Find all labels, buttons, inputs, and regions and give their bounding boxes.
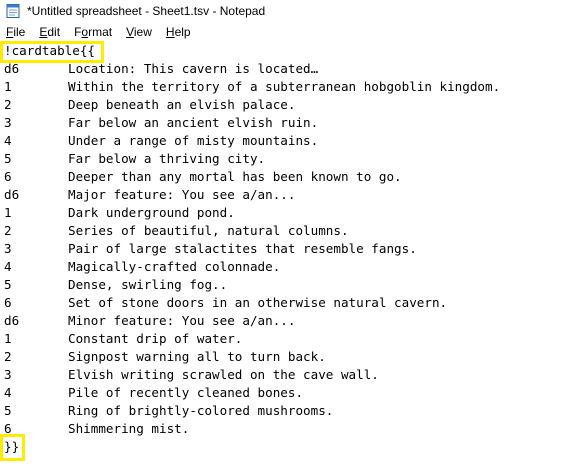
window-title: *Untitled spreadsheet - Sheet1.tsv - Not…: [27, 4, 266, 18]
notepad-window: *Untitled spreadsheet - Sheet1.tsv - Not…: [0, 0, 565, 466]
row-key: 4: [4, 385, 12, 400]
title-bar[interactable]: *Untitled spreadsheet - Sheet1.tsv - Not…: [0, 0, 565, 22]
text-line: 3 Far below an ancient elvish ruin.: [4, 114, 500, 132]
text-line: 5 Ring of brightly-colored mushrooms.: [4, 402, 500, 420]
close-marker: }}: [4, 439, 20, 454]
menu-bar: File Edit Format View Help: [0, 22, 565, 42]
menu-help-label: elp: [174, 25, 191, 39]
text-line: 6 Set of stone doors in an otherwise natu…: [4, 294, 500, 312]
text-line: 5 Far below a thriving city.: [4, 150, 500, 168]
row-key: d6: [4, 313, 20, 328]
text-line: 3 Elvish writing scrawled on the cave wal…: [4, 366, 500, 384]
row-key: 3: [4, 241, 12, 256]
menu-format-label: rmat: [88, 25, 113, 39]
menu-help-accel: H: [165, 25, 175, 39]
open-marker: !cardtable{{: [4, 43, 95, 58]
menu-help[interactable]: Help: [159, 22, 198, 42]
row-text: Deeper than any mortal has been known to…: [68, 169, 402, 184]
row-key: 2: [4, 349, 12, 364]
text-line: 1 Constant drip of water.: [4, 330, 500, 348]
row-text: Under a range of misty mountains.: [68, 133, 319, 148]
row-text: Far below a thriving city.: [68, 151, 266, 166]
row-text: Ring of brightly-colored mushrooms.: [68, 403, 334, 418]
row-key: 3: [4, 115, 12, 130]
row-text: Pile of recently cleaned bones.: [68, 385, 304, 400]
row-key: 2: [4, 223, 12, 238]
row-text: Constant drip of water.: [68, 331, 243, 346]
row-key: 5: [4, 277, 12, 292]
row-key: 1: [4, 205, 12, 220]
row-key: d6: [4, 61, 20, 76]
menu-view-label: iew: [133, 25, 152, 39]
row-key: 4: [4, 133, 12, 148]
row-text: Major feature: You see a/an...: [68, 187, 296, 202]
row-text: Set of stone doors in an otherwise natur…: [68, 295, 448, 310]
text-line: 4 Pile of recently cleaned bones.: [4, 384, 500, 402]
text-line: 4 Under a range of misty mountains.: [4, 132, 500, 150]
row-text: Magically-crafted colonnade.: [68, 259, 281, 274]
row-text: Elvish writing scrawled on the cave wall…: [68, 367, 379, 382]
row-text: Dense, swirling fog..: [68, 277, 228, 292]
text-line: 2 Signpost warning all to turn back.: [4, 348, 500, 366]
row-key: 5: [4, 403, 12, 418]
text-line: 3 Pair of large stalactites that resemble…: [4, 240, 500, 258]
row-key: 3: [4, 367, 12, 382]
text-line: 6 Deeper than any mortal has been known t…: [4, 168, 500, 186]
text-line: 2 Series of beautiful, natural columns.: [4, 222, 500, 240]
row-key: 1: [4, 79, 12, 94]
text-line: 4 Magically-crafted colonnade.: [4, 258, 500, 276]
row-text: Shimmering mist.: [68, 421, 190, 436]
row-key: d6: [4, 187, 20, 202]
row-text: Deep beneath an elvish palace.: [68, 97, 296, 112]
row-text: Series of beautiful, natural columns.: [68, 223, 349, 238]
notepad-icon: [6, 4, 20, 18]
row-key: 6: [4, 421, 12, 436]
row-text: Location: This cavern is located…: [68, 61, 319, 76]
menu-file-label: ile: [13, 25, 26, 39]
text-line: 2 Deep beneath an elvish palace.: [4, 96, 500, 114]
row-text: Minor feature: You see a/an...: [68, 313, 296, 328]
text-line-open: !cardtable{{: [4, 42, 500, 60]
row-key: 6: [4, 169, 12, 184]
row-key: 1: [4, 331, 12, 346]
row-text: Signpost warning all to turn back.: [68, 349, 326, 364]
menu-view[interactable]: View: [119, 22, 159, 42]
menu-format[interactable]: Format: [67, 22, 119, 42]
menu-file[interactable]: File: [0, 22, 32, 42]
menu-edit-label: dit: [47, 25, 61, 39]
row-text: Dark underground pond.: [68, 205, 235, 220]
text-lines: !cardtable{{ d6 Location: This cavern is …: [4, 42, 500, 456]
text-line-close: }}: [4, 438, 500, 456]
text-line: 1 Dark underground pond.: [4, 204, 500, 222]
menu-view-accel: V: [126, 25, 134, 39]
text-line: 5 Dense, swirling fog..: [4, 276, 500, 294]
text-line: d6 Minor feature: You see a/an...: [4, 312, 500, 330]
text-line: 1 Within the territory of a subterranean …: [4, 78, 500, 96]
row-key: 5: [4, 151, 12, 166]
row-key: 2: [4, 97, 12, 112]
menu-edit[interactable]: Edit: [32, 22, 67, 42]
row-key: 4: [4, 259, 12, 274]
text-line: 6 Shimmering mist.: [4, 420, 500, 438]
row-key: 6: [4, 295, 12, 310]
row-text: Far below an ancient elvish ruin.: [68, 115, 319, 130]
text-line: d6 Location: This cavern is located…: [4, 60, 500, 78]
text-editor-area[interactable]: !cardtable{{ d6 Location: This cavern is …: [0, 42, 565, 466]
text-line: d6 Major feature: You see a/an...: [4, 186, 500, 204]
row-text: Pair of large stalactites that resemble …: [68, 241, 417, 256]
row-text: Within the territory of a subterranean h…: [68, 79, 501, 94]
